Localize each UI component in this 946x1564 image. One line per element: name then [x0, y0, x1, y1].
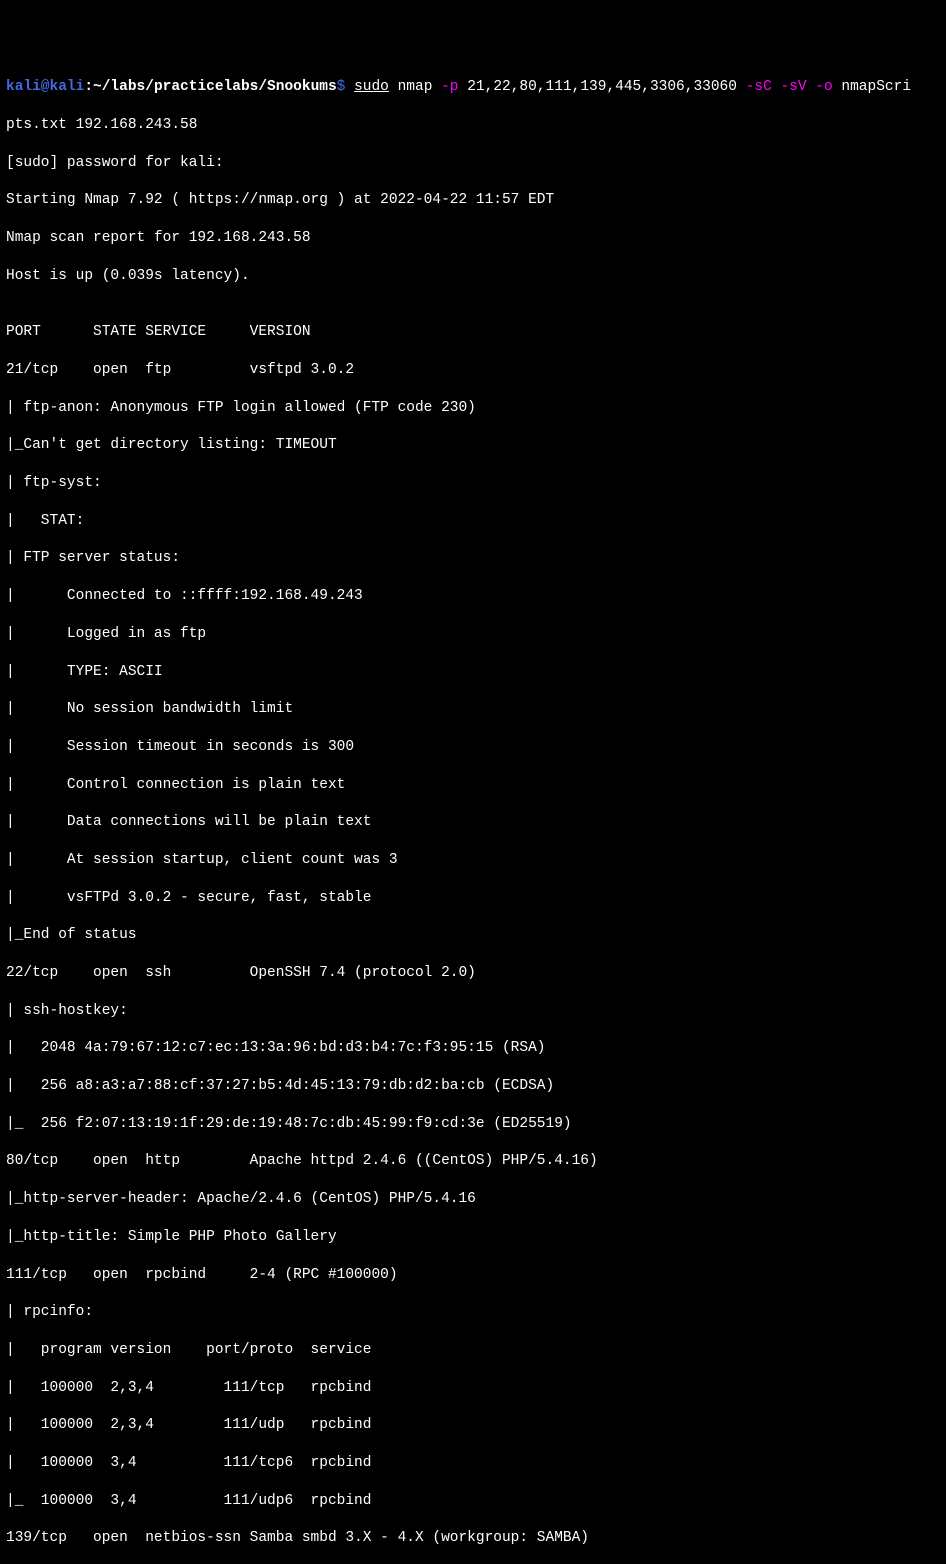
- output-line: |_http-server-header: Apache/2.4.6 (Cent…: [6, 1190, 940, 1209]
- cmd-flag-o: -o: [815, 79, 832, 95]
- command-line: kali@kali:~/labs/practicelabs/Snookums$ …: [6, 78, 940, 97]
- output-line: | ftp-anon: Anonymous FTP login allowed …: [6, 399, 940, 418]
- output-line: | 100000 2,3,4 111/udp rpcbind: [6, 1416, 940, 1435]
- prompt-user: kali@kali: [6, 79, 84, 95]
- output-line: 111/tcp open rpcbind 2-4 (RPC #100000): [6, 1266, 940, 1285]
- output-line: | Logged in as ftp: [6, 625, 940, 644]
- output-line: 80/tcp open http Apache httpd 2.4.6 ((Ce…: [6, 1152, 940, 1171]
- output-line: | Control connection is plain text: [6, 776, 940, 795]
- cmd-rest: nmapScri: [833, 79, 911, 95]
- output-line: | 100000 3,4 111/tcp6 rpcbind: [6, 1454, 940, 1473]
- output-line: | FTP server status:: [6, 549, 940, 568]
- output-line: | At session startup, client count was 3: [6, 851, 940, 870]
- output-line: | rpcinfo:: [6, 1303, 940, 1322]
- output-line: | ssh-hostkey:: [6, 1002, 940, 1021]
- output-line: | No session bandwidth limit: [6, 700, 940, 719]
- output-line: | STAT:: [6, 512, 940, 531]
- output-line: | Data connections will be plain text: [6, 813, 940, 832]
- output-line: [sudo] password for kali:: [6, 154, 940, 173]
- output-line: Nmap scan report for 192.168.243.58: [6, 229, 940, 248]
- output-line: | 100000 2,3,4 111/tcp rpcbind: [6, 1379, 940, 1398]
- output-line: |_ 100000 3,4 111/udp6 rpcbind: [6, 1492, 940, 1511]
- output-line: 139/tcp open netbios-ssn Samba smbd 3.X …: [6, 1529, 940, 1548]
- output-line: |_ 256 f2:07:13:19:1f:29:de:19:48:7c:db:…: [6, 1115, 940, 1134]
- cmd-ports: 21,22,80,111,139,445,3306,33060: [459, 79, 746, 95]
- output-line: |_Can't get directory listing: TIMEOUT: [6, 436, 940, 455]
- output-line: PORT STATE SERVICE VERSION: [6, 323, 940, 342]
- output-line: | Session timeout in seconds is 300: [6, 738, 940, 757]
- output-line: pts.txt 192.168.243.58: [6, 116, 940, 135]
- output-line: 21/tcp open ftp vsftpd 3.0.2: [6, 361, 940, 380]
- cmd-flag-p: -p: [441, 79, 458, 95]
- output-line: | 2048 4a:79:67:12:c7:ec:13:3a:96:bd:d3:…: [6, 1039, 940, 1058]
- output-line: |_End of status: [6, 926, 940, 945]
- terminal-output[interactable]: kali@kali:~/labs/practicelabs/Snookums$ …: [6, 78, 940, 1564]
- cmd-sudo: sudo: [354, 79, 389, 95]
- output-line: Starting Nmap 7.92 ( https://nmap.org ) …: [6, 191, 940, 210]
- output-line: | vsFTPd 3.0.2 - secure, fast, stable: [6, 889, 940, 908]
- output-line: | program version port/proto service: [6, 1341, 940, 1360]
- output-line: | Connected to ::ffff:192.168.49.243: [6, 587, 940, 606]
- output-line: Host is up (0.039s latency).: [6, 267, 940, 286]
- output-line: | 256 a8:a3:a7:88:cf:37:27:b5:4d:45:13:7…: [6, 1077, 940, 1096]
- output-line: | ftp-syst:: [6, 474, 940, 493]
- output-line: | TYPE: ASCII: [6, 663, 940, 682]
- cmd-nmap: nmap: [389, 79, 441, 95]
- output-line: |_http-title: Simple PHP Photo Gallery: [6, 1228, 940, 1247]
- prompt-path: ~/labs/practicelabs/Snookums: [93, 79, 337, 95]
- output-line: 22/tcp open ssh OpenSSH 7.4 (protocol 2.…: [6, 964, 940, 983]
- cmd-flag-sc: -sC: [746, 79, 772, 95]
- cmd-flag-sv: -sV: [780, 79, 806, 95]
- prompt-sep: :: [84, 79, 93, 95]
